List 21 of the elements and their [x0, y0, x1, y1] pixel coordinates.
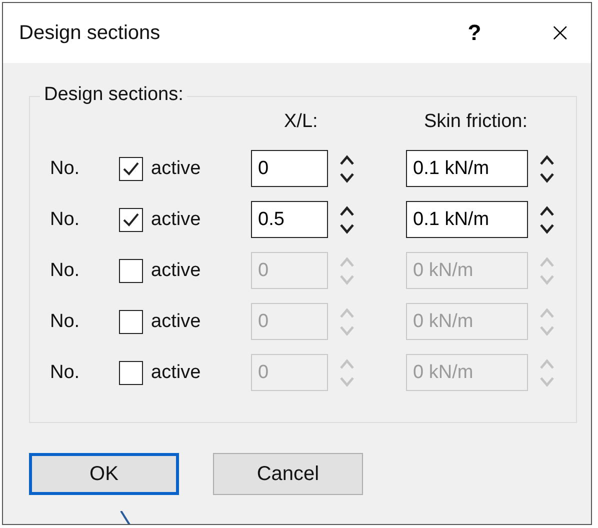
skin-friction-field[interactable]: 0.1 kN/m — [406, 201, 528, 238]
row-label: No. — [49, 362, 81, 384]
check-icon — [122, 160, 140, 178]
ok-button[interactable]: OK — [29, 453, 179, 495]
row-label: No. — [49, 208, 81, 230]
column-header: Skin friction: — [424, 111, 528, 133]
x-l-field[interactable]: 0 — [251, 150, 328, 187]
active-checkbox[interactable]: active — [119, 156, 251, 180]
group-label: Design sections: — [40, 84, 188, 106]
active-checkbox[interactable]: active — [119, 208, 251, 232]
column-header: X/L: — [284, 111, 319, 133]
skin-friction-field[interactable]: 0.1 kN/m — [406, 150, 528, 187]
x-l-field[interactable]: 0.5 — [251, 201, 328, 238]
check-icon — [122, 210, 140, 228]
window-title: Design sections — [19, 22, 162, 44]
row-label: No. — [49, 260, 81, 282]
cancel-button[interactable]: Cancel — [213, 453, 363, 495]
close-button[interactable]: × — [549, 18, 571, 48]
row-label: No. — [49, 310, 81, 332]
help-button[interactable]: ? — [464, 20, 486, 46]
row-label: No. — [49, 158, 81, 180]
